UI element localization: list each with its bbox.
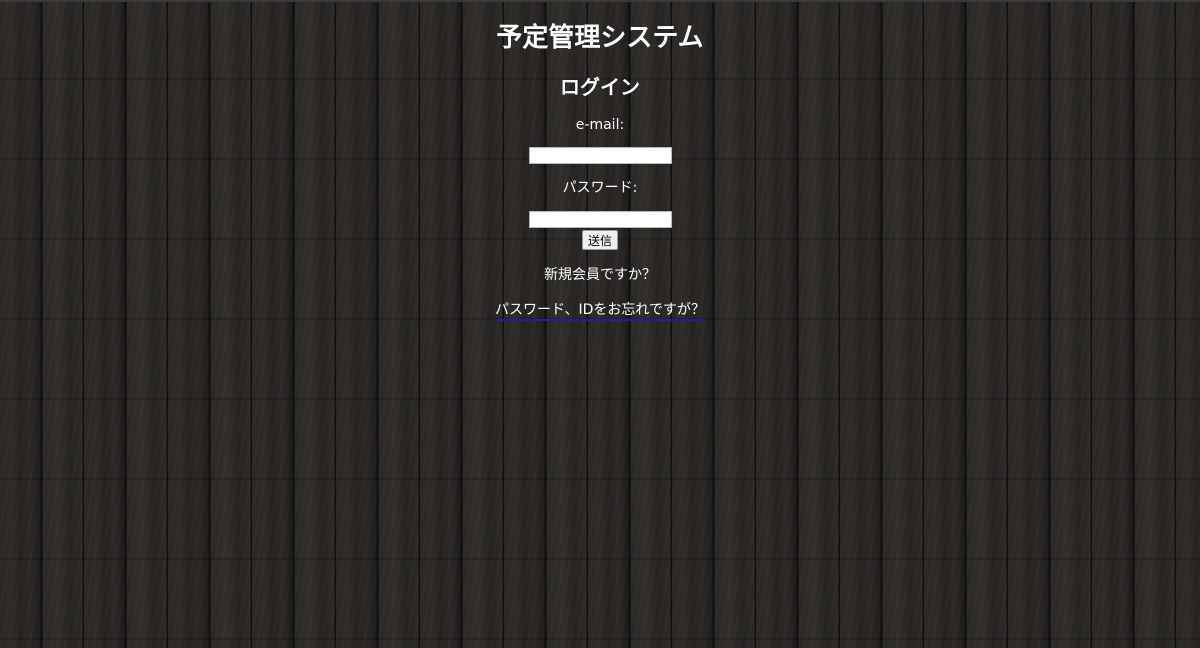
register-link[interactable]: 新規会員ですか？: [544, 266, 656, 286]
app-title: 予定管理システム: [496, 23, 704, 53]
login-page: 予定管理システム ログイン e-mail: パスワード: 送信 新規会員ですか？…: [0, 0, 1200, 321]
register-link-row: 新規会員ですか？: [0, 264, 1200, 286]
login-form: e-mail: パスワード: 送信: [0, 116, 1200, 250]
password-label: パスワード:: [562, 180, 638, 196]
email-field[interactable]: [528, 147, 672, 164]
login-heading: ログイン: [560, 75, 640, 99]
forgot-password-link[interactable]: パスワード、IDをお忘れですが？: [495, 301, 705, 321]
password-field[interactable]: [528, 211, 672, 228]
email-label: e-mail:: [575, 117, 625, 133]
submit-button[interactable]: 送信: [582, 230, 618, 250]
forgot-link-row: パスワード、IDをお忘れですが？: [0, 299, 1200, 321]
